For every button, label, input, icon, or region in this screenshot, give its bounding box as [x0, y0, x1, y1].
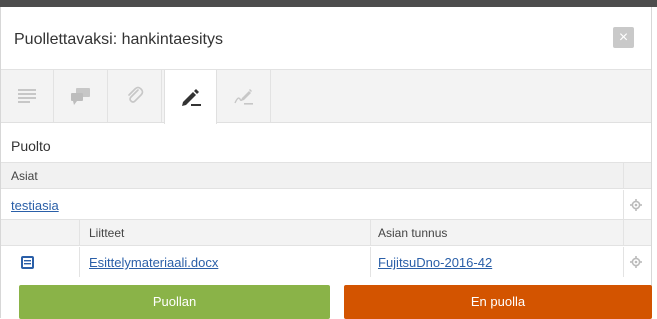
- attachment-row: Esittelymateriaali.docx FujitsuDno-2016-…: [1, 247, 651, 277]
- case-link[interactable]: testiasia: [11, 198, 59, 213]
- liitteet-header: Liitteet: [89, 226, 125, 240]
- section-title: Puolto: [11, 138, 51, 154]
- asiat-row: testiasia: [1, 190, 651, 220]
- tab-endorsement[interactable]: [164, 70, 217, 124]
- paperclip-icon: [128, 86, 144, 103]
- approval-dialog: Puollettavaksi: hankintaesitys × Puolto …: [0, 7, 652, 318]
- close-icon: ×: [618, 29, 629, 46]
- case-code-link[interactable]: FujitsuDno-2016-42: [378, 255, 492, 270]
- gear-icon[interactable]: [630, 199, 642, 211]
- window-top-border: [0, 0, 657, 7]
- gear-icon[interactable]: [630, 256, 642, 268]
- tab-signature[interactable]: [218, 70, 271, 122]
- asiat-header: Asiat: [1, 162, 651, 189]
- reject-button[interactable]: En puolla: [344, 285, 652, 319]
- divider: [79, 220, 80, 245]
- comments-icon: [71, 87, 90, 105]
- dialog-title: Puollettavaksi: hankintaesitys: [14, 31, 223, 48]
- divider: [623, 220, 624, 245]
- attachment-file-link[interactable]: Esittelymateriaali.docx: [89, 255, 218, 270]
- divider: [79, 247, 80, 277]
- approve-button[interactable]: Puollan: [19, 285, 330, 319]
- asiat-header-label: Asiat: [11, 169, 38, 183]
- divider: [370, 220, 371, 245]
- divider: [623, 163, 624, 188]
- attachments-header: Liitteet Asian tunnus: [1, 219, 651, 246]
- divider: [623, 190, 624, 220]
- tab-details[interactable]: [1, 70, 54, 122]
- document-icon[interactable]: [20, 255, 35, 270]
- dialog-toolbar: [1, 70, 651, 124]
- signature-icon: [234, 89, 253, 105]
- tab-attachments[interactable]: [109, 70, 162, 122]
- pen-icon: [181, 89, 201, 106]
- close-button[interactable]: ×: [613, 27, 634, 48]
- asian-tunnus-header: Asian tunnus: [378, 226, 448, 240]
- dialog-header: Puollettavaksi: hankintaesitys ×: [1, 7, 651, 70]
- list-icon: [18, 89, 36, 103]
- tab-comments[interactable]: [55, 70, 108, 122]
- divider: [370, 247, 371, 277]
- divider: [623, 247, 624, 277]
